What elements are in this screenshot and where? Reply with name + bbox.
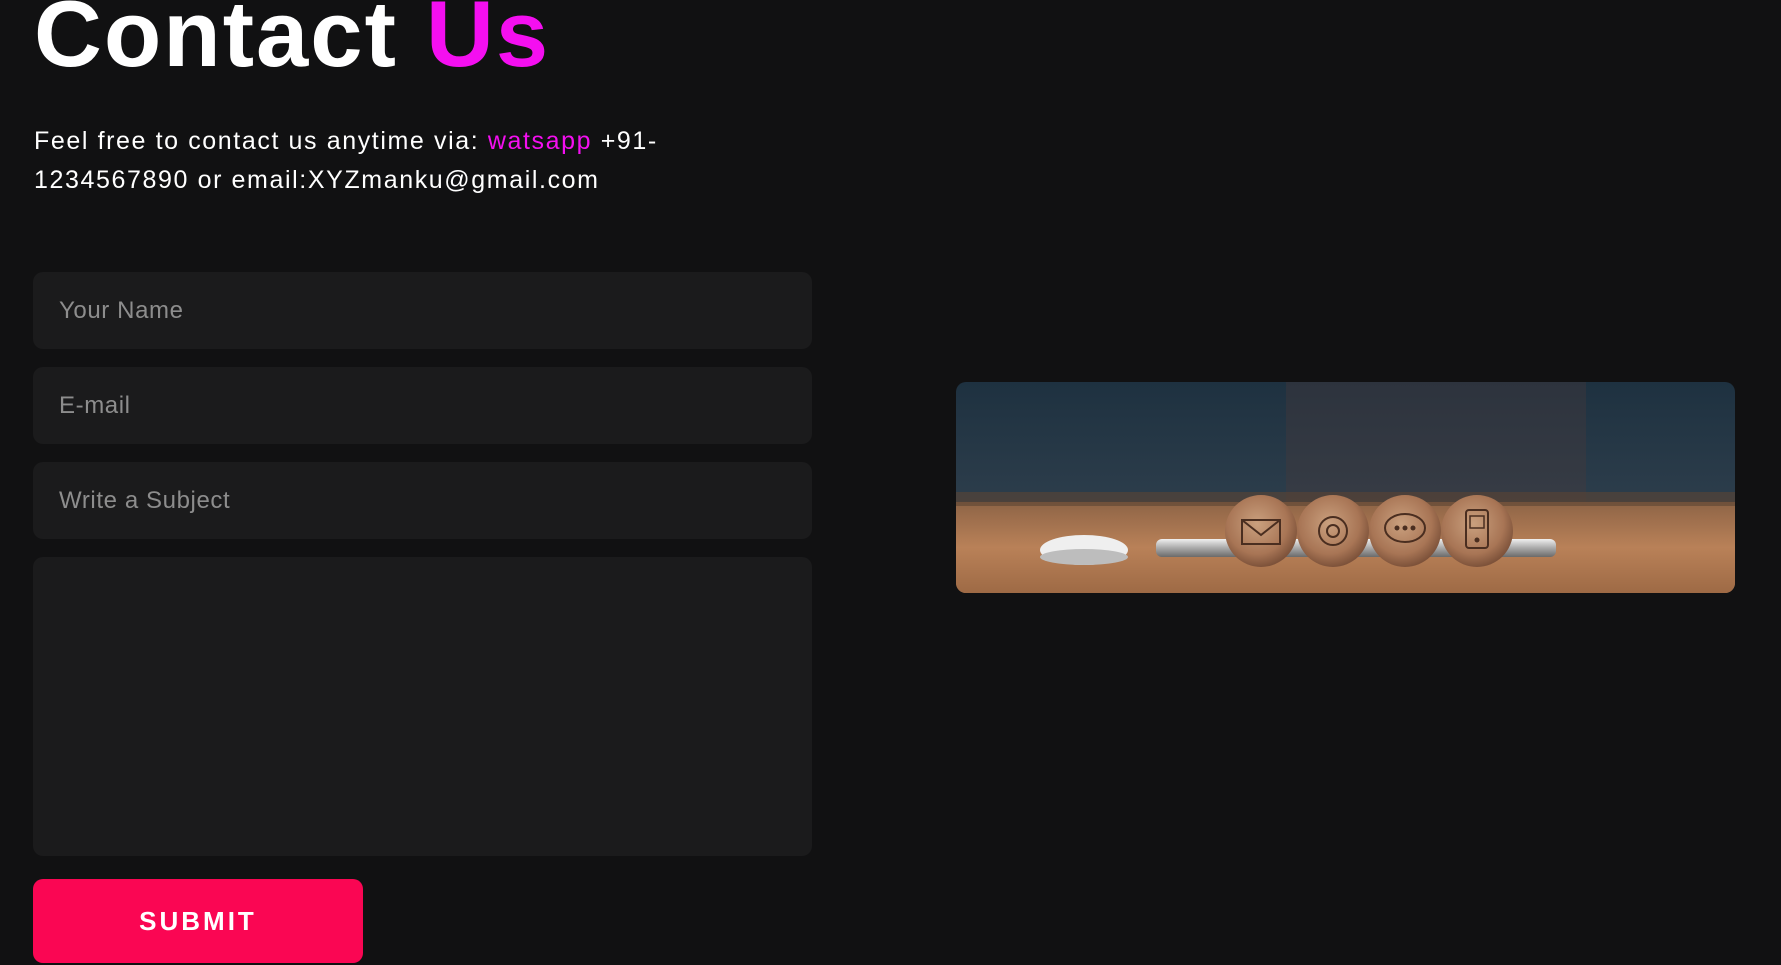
- intro-text-before: Feel free to contact us anytime via:: [34, 127, 488, 155]
- title-word-contact: Contact: [34, 0, 398, 86]
- name-input[interactable]: [33, 272, 812, 349]
- mail-icon: [1225, 495, 1297, 567]
- contact-banner-image: [956, 382, 1735, 593]
- mobile-phone-icon: [1441, 495, 1513, 567]
- contact-page: Contact Us Feel free to contact us anyti…: [0, 0, 1781, 965]
- contact-intro-text: Feel free to contact us anytime via: wat…: [34, 122, 724, 200]
- chat-bubble-icon: [1369, 495, 1441, 567]
- email-input[interactable]: [33, 367, 812, 444]
- message-textarea[interactable]: [33, 557, 812, 856]
- at-sign-icon: [1297, 495, 1369, 567]
- submit-button[interactable]: SUBMIT: [33, 879, 363, 963]
- title-word-us: Us: [426, 0, 551, 86]
- whatsapp-link[interactable]: watsapp: [488, 127, 592, 155]
- subject-input[interactable]: [33, 462, 812, 539]
- page-title: Contact Us: [34, 0, 550, 91]
